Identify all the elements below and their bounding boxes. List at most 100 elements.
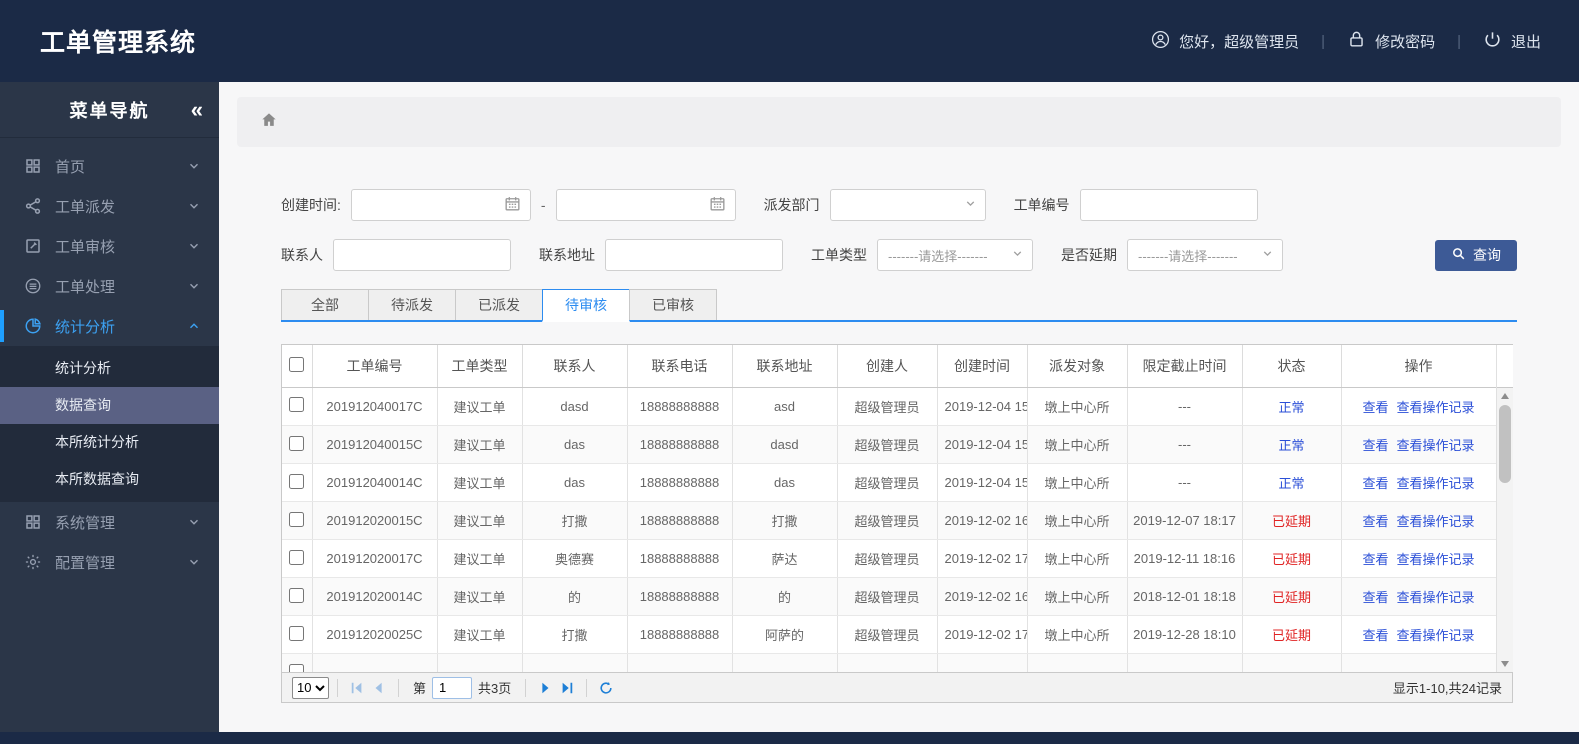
view-log-link[interactable]: 查看操作记录 [1397,438,1475,453]
column-header: 联系地址 [732,345,838,388]
app-header: 工单管理系统 您好，超级管理员 | 修改密码 | 退出 [0,0,1579,82]
logout-label: 退出 [1510,33,1541,51]
next-page-icon[interactable] [534,677,556,699]
page-size-select[interactable]: 10 [292,676,329,699]
sidebar-item[interactable]: 工单审核 [0,226,219,266]
table-row: 201912020017C 建议工单 奥德赛 18888888888 萨达 超级管理员 20… [282,539,1496,578]
row-checkbox[interactable] [289,587,305,603]
tab-1[interactable]: 待派发 [368,289,456,320]
order-type-cell: 建议工单 [437,577,523,616]
view-log-link[interactable]: 查看操作记录 [1397,514,1475,529]
address-input[interactable] [605,239,783,271]
view-link[interactable]: 查看 [1362,400,1388,415]
sidebar-item[interactable]: 工单派发 [0,186,219,226]
view-link[interactable]: 查看 [1362,590,1388,605]
sidebar-subitem[interactable]: 数据查询 [0,387,219,424]
page-number-input[interactable] [432,676,473,699]
date-from-input[interactable] [350,189,531,221]
row-checkbox[interactable] [289,549,305,565]
sidebar-item[interactable]: 首页 [0,146,219,186]
status-tabs: 全部 待派发 已派发 待审核 已审核 [281,289,1517,322]
tab-2[interactable]: 已派发 [455,289,543,320]
view-link[interactable]: 查看 [1362,438,1388,453]
scroll-up-icon[interactable] [1497,388,1513,404]
row-checkbox[interactable] [289,397,305,413]
deadline-cell: --- [1127,463,1243,502]
select-all-checkbox[interactable] [289,356,305,372]
sidebar-item[interactable]: 工单处理 [0,266,219,306]
view-log-link[interactable]: 查看操作记录 [1397,552,1475,567]
table-rows: 201912040017C 建议工单 dasd 18888888888 asd 超级管理员… [282,387,1496,672]
sidebar-item[interactable]: 统计分析 [0,306,219,346]
first-page-icon[interactable] [346,677,368,699]
scroll-down-icon[interactable] [1497,656,1513,672]
header-actions: 您好，超级管理员 | 修改密码 | 退出 [1151,30,1541,53]
search-icon [1451,246,1466,264]
edit-icon [24,237,42,255]
view-link[interactable]: 查看 [1362,476,1388,491]
change-password-button[interactable]: 修改密码 [1347,30,1435,53]
order-no-label: 工单编号 [1013,197,1070,213]
user-greeting[interactable]: 您好，超级管理员 [1151,30,1299,53]
view-log-link[interactable]: 查看操作记录 [1397,628,1475,643]
calendar-icon [708,194,727,216]
date-to-input[interactable] [555,189,736,221]
row-select-cell [282,539,313,578]
contact-input[interactable] [333,239,511,271]
last-page-icon[interactable] [556,677,578,699]
row-checkbox[interactable] [289,435,305,451]
sidebar-subitem[interactable]: 本所数据查询 [0,461,219,498]
deadline-cell: --- [1127,425,1243,464]
scrollbar-track[interactable] [1497,388,1513,672]
dept-select[interactable] [829,189,986,221]
view-log-link[interactable]: 查看操作记录 [1397,590,1475,605]
row-checkbox[interactable] [289,511,305,527]
sidebar-item[interactable]: 配置管理 [0,542,219,582]
row-checkbox[interactable] [289,473,305,489]
status-badge: 正常 [1242,387,1342,426]
scrollbar-thumb[interactable] [1499,405,1511,483]
search-button[interactable]: 查询 [1435,239,1517,271]
pagination-divider [525,678,527,697]
create-time-label: 创建时间: [281,197,341,213]
view-link[interactable]: 查看 [1362,628,1388,643]
row-select-cell [282,463,313,502]
row-checkbox[interactable] [289,663,305,672]
chevron-up-icon [187,319,201,333]
table-scrollbar[interactable] [1496,345,1513,672]
chevron-down-icon [187,555,201,569]
column-header: 联系电话 [627,345,733,388]
view-link[interactable]: 查看 [1362,552,1388,567]
type-select[interactable]: -------请选择------- [877,239,1033,271]
tab-3[interactable]: 待审核 [542,289,630,322]
sidebar-item[interactable]: 系统管理 [0,502,219,542]
sidebar-subitem[interactable]: 统计分析 [0,350,219,387]
sidebar-subitem[interactable]: 本所统计分析 [0,424,219,461]
order-no-input[interactable] [1079,189,1258,221]
view-link[interactable]: 查看 [1362,514,1388,529]
order-type-cell: 建议工单 [437,501,523,540]
tab-0[interactable]: 全部 [281,289,369,320]
sidebar-menu: 首页 工单派发 工单审核 工单处理 统计分析 统计分析 数据查询 本所统计分析 本所数据查询 系统… [0,138,219,582]
row-checkbox[interactable] [289,625,305,641]
table-row-partial [282,653,1496,672]
home-icon[interactable] [259,110,279,135]
logout-button[interactable]: 退出 [1483,30,1541,53]
contact-cell: 奥德赛 [522,539,628,578]
sidebar-item-label: 首页 [55,158,86,176]
chevron-down-icon [187,279,201,293]
filter-row-1: 创建时间: - 派发部门 工单编号 [281,189,1517,221]
sidebar-header: 菜单导航 « [0,82,219,138]
view-log-link[interactable]: 查看操作记录 [1397,476,1475,491]
dispatch-target-cell: 墩上中心所 [1027,387,1128,426]
tab-4[interactable]: 已审核 [629,289,717,320]
delay-select[interactable]: -------请选择------- [1127,239,1283,271]
deadline-cell: 2019-12-28 18:10 [1127,615,1243,654]
prev-page-icon[interactable] [368,677,390,699]
actions-cell: 查看 查看操作记录 [1341,615,1496,654]
lock-icon [1347,30,1366,53]
view-log-link[interactable]: 查看操作记录 [1397,400,1475,415]
double-chevron-left-icon[interactable]: « [191,98,203,121]
refresh-icon[interactable] [595,677,617,699]
address-cell: 阿萨的 [732,615,838,654]
